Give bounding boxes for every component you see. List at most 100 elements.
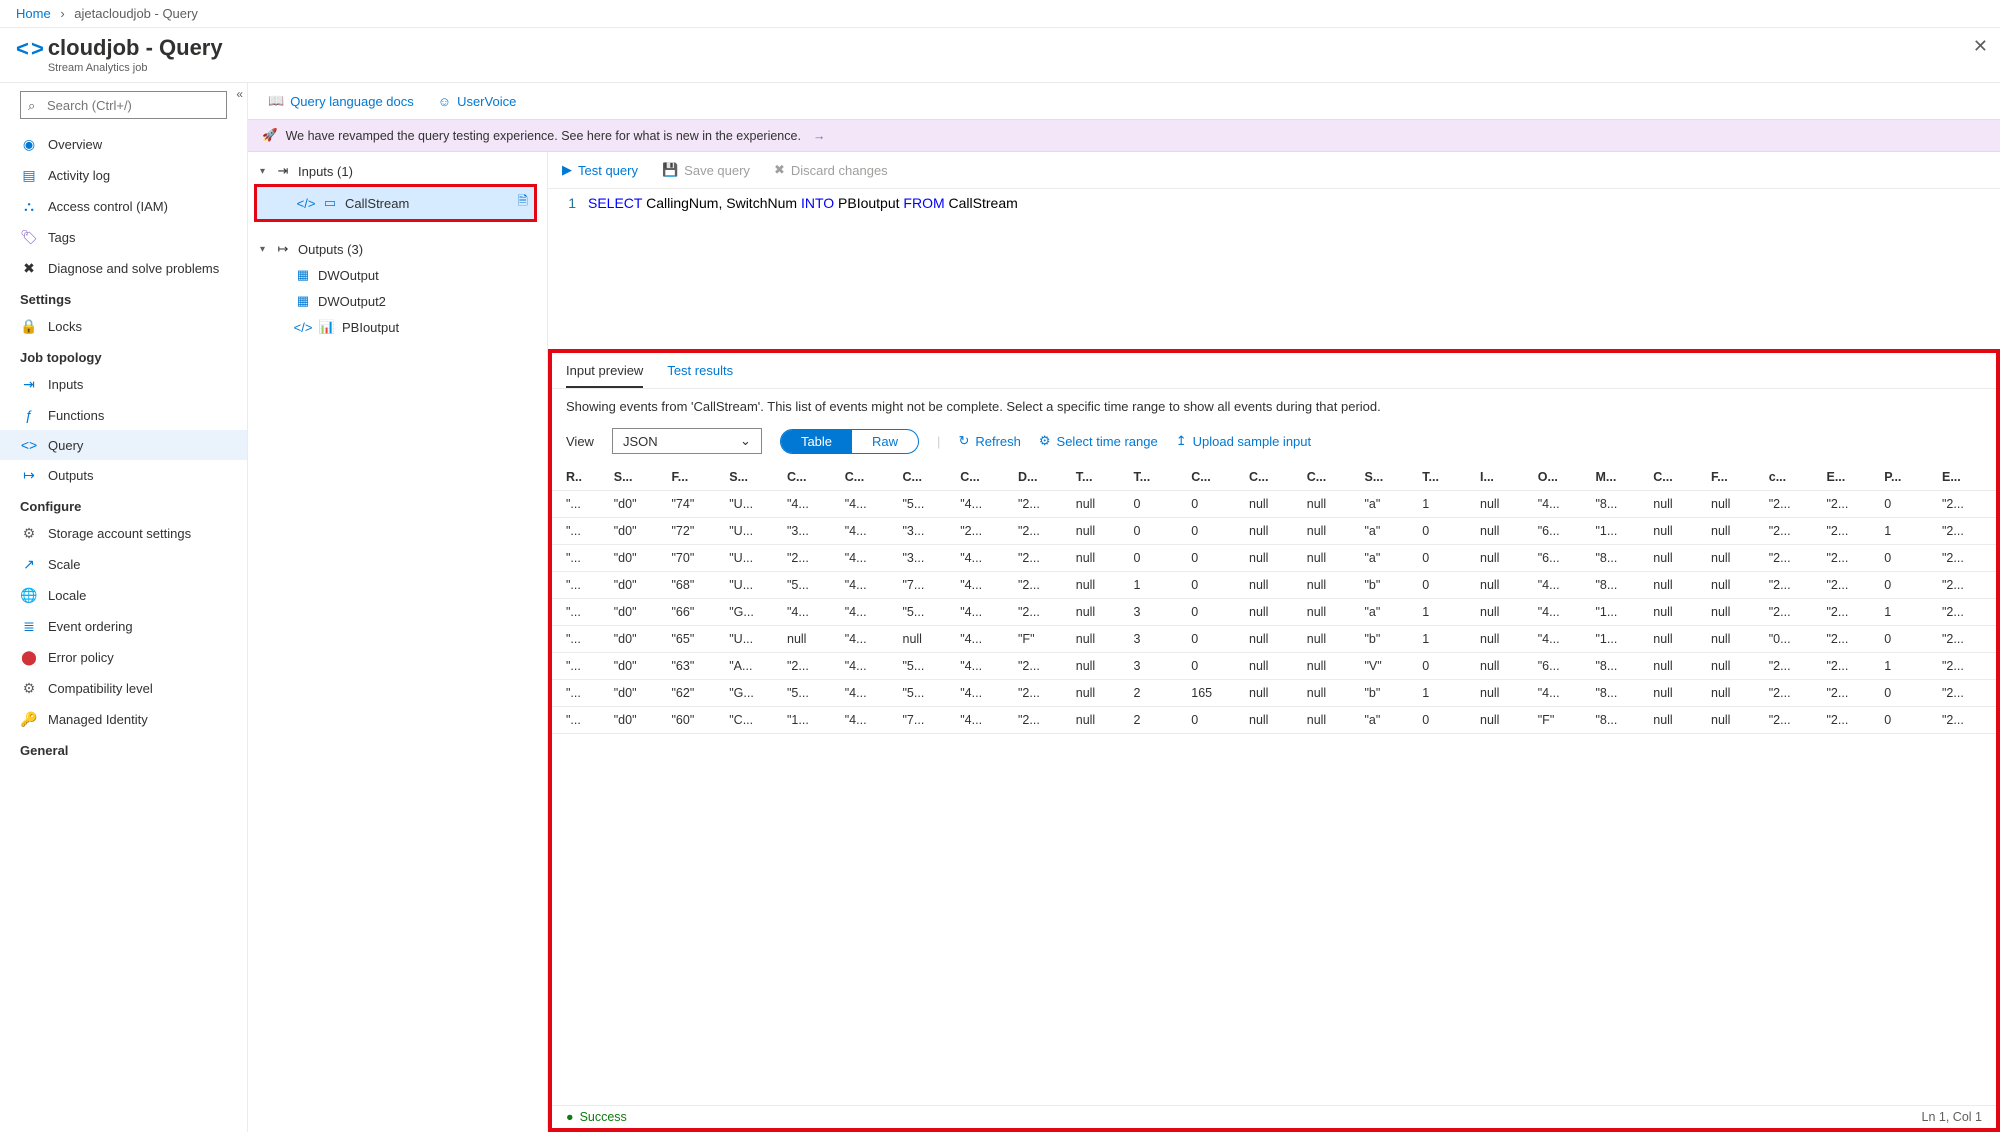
input-group-icon: ⇥ bbox=[274, 163, 292, 179]
col-header[interactable]: C... bbox=[1649, 464, 1707, 491]
tab-input-preview[interactable]: Input preview bbox=[566, 363, 643, 388]
nav-item-scale[interactable]: ↗Scale bbox=[0, 549, 247, 580]
table-raw-toggle[interactable]: Table Raw bbox=[780, 429, 919, 454]
refresh-icon: ↻ bbox=[958, 433, 969, 449]
nav-item-managed-identity[interactable]: 🔑Managed Identity bbox=[0, 704, 247, 735]
tab-test-results[interactable]: Test results bbox=[667, 363, 733, 388]
table-row[interactable]: "..."d0""62""G..."5..."4..."5..."4..."2.… bbox=[552, 680, 1996, 707]
col-header[interactable]: C... bbox=[783, 464, 841, 491]
nav-item-compatibility-level[interactable]: ⚙Compatibility level bbox=[0, 673, 247, 704]
col-header[interactable]: M... bbox=[1592, 464, 1650, 491]
nav-item-activity-log[interactable]: ▤Activity log bbox=[0, 160, 247, 191]
nav-item-storage-account-settings[interactable]: ⚙Storage account settings bbox=[0, 518, 247, 549]
nav-item-functions[interactable]: ƒFunctions bbox=[0, 400, 247, 430]
uservoice-link[interactable]: ☺UserVoice bbox=[438, 93, 517, 109]
nav-item-overview[interactable]: ◉Overview bbox=[0, 129, 247, 160]
cell: null bbox=[1649, 572, 1707, 599]
output-item-dwoutput[interactable]: ▦DWOutput bbox=[254, 262, 537, 288]
col-header[interactable]: F... bbox=[668, 464, 726, 491]
cell: "3... bbox=[899, 545, 957, 572]
nav-item-inputs[interactable]: ⇥Inputs bbox=[0, 369, 247, 400]
col-header[interactable]: E... bbox=[1938, 464, 1996, 491]
toggle-raw[interactable]: Raw bbox=[852, 430, 918, 453]
col-header[interactable]: C... bbox=[841, 464, 899, 491]
output-item-pbioutput[interactable]: </>📊PBIoutput bbox=[254, 314, 537, 340]
col-header[interactable]: O... bbox=[1534, 464, 1592, 491]
col-header[interactable]: C... bbox=[1245, 464, 1303, 491]
table-row[interactable]: "..."d0""68""U..."5..."4..."7..."4..."2.… bbox=[552, 572, 1996, 599]
nav-item-error-policy[interactable]: ⬤Error policy bbox=[0, 642, 247, 673]
col-header[interactable]: T... bbox=[1072, 464, 1130, 491]
input-item-callstream[interactable]: </> ▭ CallStream 🗎 bbox=[257, 187, 534, 219]
inputs-group[interactable]: ▾ ⇥ Inputs (1) bbox=[254, 158, 537, 184]
table-row[interactable]: "..."d0""70""U..."2..."4..."3..."4..."2.… bbox=[552, 545, 1996, 572]
document-icon[interactable]: 🗎 bbox=[518, 192, 528, 214]
col-header[interactable]: C... bbox=[956, 464, 1014, 491]
nav-item-outputs[interactable]: ↦Outputs bbox=[0, 460, 247, 491]
nav-item-tags[interactable]: 🏷Tags bbox=[0, 222, 247, 253]
test-query-button[interactable]: ▶Test query bbox=[562, 162, 638, 178]
col-header[interactable]: F... bbox=[1707, 464, 1765, 491]
col-header[interactable]: S... bbox=[725, 464, 783, 491]
upload-sample-button[interactable]: ↥Upload sample input bbox=[1176, 433, 1311, 449]
query-code[interactable]: SELECT CallingNum, SwitchNum INTO PBIout… bbox=[588, 195, 2000, 329]
info-banner[interactable]: 🚀 We have revamped the query testing exp… bbox=[248, 119, 2000, 152]
output-item-dwoutput2[interactable]: ▦DWOutput2 bbox=[254, 288, 537, 314]
nav-item-access-control-iam-[interactable]: ⛬Access control (IAM) bbox=[0, 191, 247, 222]
outputs-group[interactable]: ▾ ↦ Outputs (3) bbox=[254, 236, 537, 262]
col-header[interactable]: E... bbox=[1823, 464, 1881, 491]
col-header[interactable]: S... bbox=[610, 464, 668, 491]
nav-item-locks[interactable]: 🔒Locks bbox=[0, 311, 247, 342]
col-header[interactable]: c... bbox=[1765, 464, 1823, 491]
discard-button[interactable]: ✖Discard changes bbox=[774, 162, 888, 178]
query-editor[interactable]: 1 SELECT CallingNum, SwitchNum INTO PBIo… bbox=[548, 189, 2000, 349]
close-button[interactable]: ✕ bbox=[1973, 36, 1988, 57]
select-time-range-button[interactable]: ⚙Select time range bbox=[1039, 433, 1158, 449]
cell: "1... bbox=[1592, 599, 1650, 626]
col-header[interactable]: I... bbox=[1476, 464, 1534, 491]
table-row[interactable]: "..."d0""63""A..."2..."4..."5..."4..."2.… bbox=[552, 653, 1996, 680]
col-header[interactable]: T... bbox=[1130, 464, 1188, 491]
nav-item-query[interactable]: <>Query bbox=[0, 430, 247, 460]
table-row[interactable]: "..."d0""60""C..."1..."4..."7..."4..."2.… bbox=[552, 707, 1996, 734]
search-icon: ⌕ bbox=[28, 98, 35, 114]
col-header[interactable]: P... bbox=[1880, 464, 1938, 491]
table-row[interactable]: "..."d0""72""U..."3..."4..."3..."2..."2.… bbox=[552, 518, 1996, 545]
nav-icon: ⛬ bbox=[20, 198, 38, 215]
cell: "4... bbox=[956, 680, 1014, 707]
save-icon: 💾 bbox=[662, 162, 678, 178]
cell: "2... bbox=[783, 545, 841, 572]
cell: "A... bbox=[725, 653, 783, 680]
cell: 1 bbox=[1418, 491, 1476, 518]
view-select[interactable]: JSON ⌄ bbox=[612, 428, 762, 454]
nav-item-locale[interactable]: 🌐Locale bbox=[0, 580, 247, 611]
refresh-button[interactable]: ↻Refresh bbox=[958, 433, 1020, 449]
nav-item-event-ordering[interactable]: ≣Event ordering bbox=[0, 611, 247, 642]
col-header[interactable]: S... bbox=[1361, 464, 1419, 491]
cell: "2... bbox=[783, 653, 841, 680]
col-header[interactable]: C... bbox=[899, 464, 957, 491]
nav-search-input[interactable] bbox=[20, 91, 227, 119]
toggle-table[interactable]: Table bbox=[781, 430, 852, 453]
col-header[interactable]: R.. bbox=[552, 464, 610, 491]
col-header[interactable]: C... bbox=[1187, 464, 1245, 491]
cell: "2... bbox=[1938, 545, 1996, 572]
nav-icon: ≣ bbox=[20, 618, 38, 635]
col-header[interactable]: C... bbox=[1303, 464, 1361, 491]
cell: "5... bbox=[899, 599, 957, 626]
table-row[interactable]: "..."d0""66""G..."4..."4..."5..."4..."2.… bbox=[552, 599, 1996, 626]
cell: "4... bbox=[841, 626, 899, 653]
cell: "d0" bbox=[610, 545, 668, 572]
save-query-button[interactable]: 💾Save query bbox=[662, 162, 750, 178]
cell: "4... bbox=[783, 599, 841, 626]
preview-grid[interactable]: R..S...F...S...C...C...C...C...D...T...T… bbox=[552, 464, 1996, 1105]
col-header[interactable]: T... bbox=[1418, 464, 1476, 491]
query-docs-link[interactable]: 📖Query language docs bbox=[268, 93, 414, 109]
breadcrumb-home[interactable]: Home bbox=[16, 6, 51, 21]
nav-label: Diagnose and solve problems bbox=[48, 261, 219, 276]
table-row[interactable]: "..."d0""74""U..."4..."4..."5..."4..."2.… bbox=[552, 491, 1996, 518]
table-row[interactable]: "..."d0""65""U...null"4...null"4..."F"nu… bbox=[552, 626, 1996, 653]
nav-item-diagnose-and-solve-problems[interactable]: ✖Diagnose and solve problems bbox=[0, 253, 247, 284]
cell: "4... bbox=[841, 707, 899, 734]
col-header[interactable]: D... bbox=[1014, 464, 1072, 491]
